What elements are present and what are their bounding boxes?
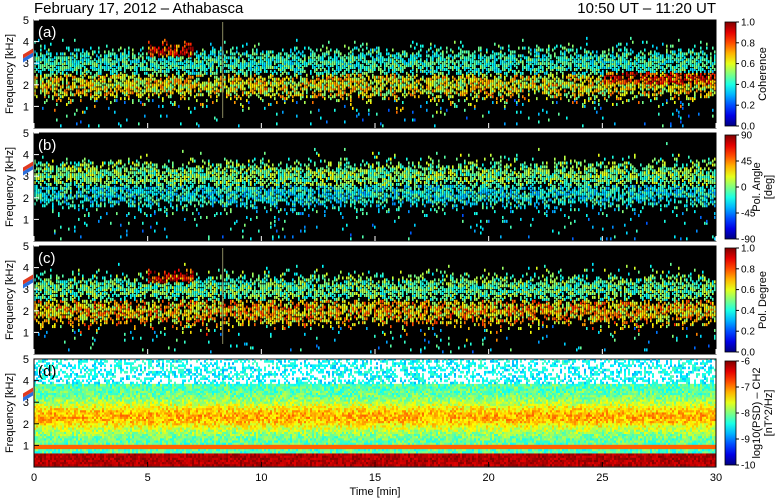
xtick-label: 25: [596, 472, 608, 484]
ytick-label: 4: [23, 263, 29, 275]
colorbar-tick-label: -10: [741, 461, 756, 472]
colorbar-tick-label: 1.0: [741, 18, 755, 29]
colorbar-tick-label: 0.4: [741, 80, 755, 91]
colorbar-label: Coherence: [757, 47, 769, 101]
colorbar-label: Pol. Angle: [751, 162, 763, 212]
ytick-label: 4: [23, 150, 29, 162]
colorbar-tick-label: 0.8: [741, 38, 755, 49]
colorbar-tick-label: -7: [741, 383, 750, 394]
ytick-label: 1: [23, 440, 29, 452]
panel-label: (d): [38, 363, 56, 380]
ytick-label: 1: [23, 214, 29, 226]
ytick-label: 5: [23, 241, 29, 253]
ytick-label: 2: [23, 193, 29, 205]
colorbar-tick-label: 1.0: [741, 244, 755, 255]
colorbar-tick-label: 90: [741, 131, 753, 142]
colorbar-tick-label: 0.6: [741, 285, 755, 296]
spectrogram-figure: 12345Frequency [kHz](a)1.00.80.60.40.20.…: [4, 15, 775, 498]
panel-d: 12345Frequency [kHz](d)-6-7-8-9-10log10(…: [4, 354, 775, 472]
ytick-label: 1: [23, 327, 29, 339]
colorbar-tick-label: 0: [741, 183, 747, 194]
ytick-label: 2: [23, 419, 29, 431]
y-axis-label: Frequency [kHz]: [4, 260, 16, 340]
ytick-label: 5: [23, 15, 29, 27]
xtick-label: 15: [369, 472, 381, 484]
colorbar: [724, 134, 737, 240]
colorbar-tick-label: -8: [741, 409, 750, 420]
y-axis-label: Frequency [kHz]: [4, 373, 16, 453]
panel-label: (a): [38, 24, 56, 41]
colorbar-tick-label: 0.8: [741, 264, 755, 275]
colorbar: [724, 360, 737, 466]
colorbar-label: [deg]: [763, 175, 775, 199]
panel-a: 12345Frequency [kHz](a)1.00.80.60.40.20.…: [4, 15, 769, 133]
ytick-label: 2: [23, 80, 29, 92]
colorbar-tick-label: -6: [741, 357, 750, 368]
colorbar-tick-label: 0.6: [741, 59, 755, 70]
colorbar-label: log10(PSD) – CH2: [751, 367, 763, 458]
y-axis-label: Frequency [kHz]: [4, 147, 16, 227]
colorbar-tick-label: -9: [741, 435, 750, 446]
xtick-label: 10: [255, 472, 267, 484]
ytick-label: 2: [23, 306, 29, 318]
ytick-label: 4: [23, 37, 29, 49]
ytick-label: 5: [23, 354, 29, 366]
panel-label: (b): [38, 137, 56, 154]
ytick-label: 5: [23, 128, 29, 140]
x-axis-label: Time [min]: [350, 486, 401, 498]
ytick-label: 4: [23, 376, 29, 388]
xtick-label: 20: [483, 472, 495, 484]
xtick-label: 30: [710, 472, 722, 484]
colorbar: [724, 247, 737, 353]
colorbar-label: Pol. Degree: [757, 271, 769, 329]
colorbar-tick-label: 0.2: [741, 327, 755, 338]
colorbar: [724, 21, 737, 127]
colorbar-tick-label: 0.2: [741, 101, 755, 112]
y-axis-label: Frequency [kHz]: [4, 34, 16, 114]
xtick-label: 5: [145, 472, 151, 484]
colorbar-label: [nT^2/Hz]: [763, 390, 775, 437]
panel-label: (c): [38, 250, 56, 267]
panel-c: 12345Frequency [kHz](c)1.00.80.60.40.20.…: [4, 241, 769, 359]
xtick-label: 0: [31, 472, 37, 484]
ytick-label: 1: [23, 101, 29, 113]
colorbar-tick-label: 0.4: [741, 306, 755, 317]
panel-b: 12345Frequency [kHz](b)90450-45-90Pol. A…: [4, 128, 775, 246]
